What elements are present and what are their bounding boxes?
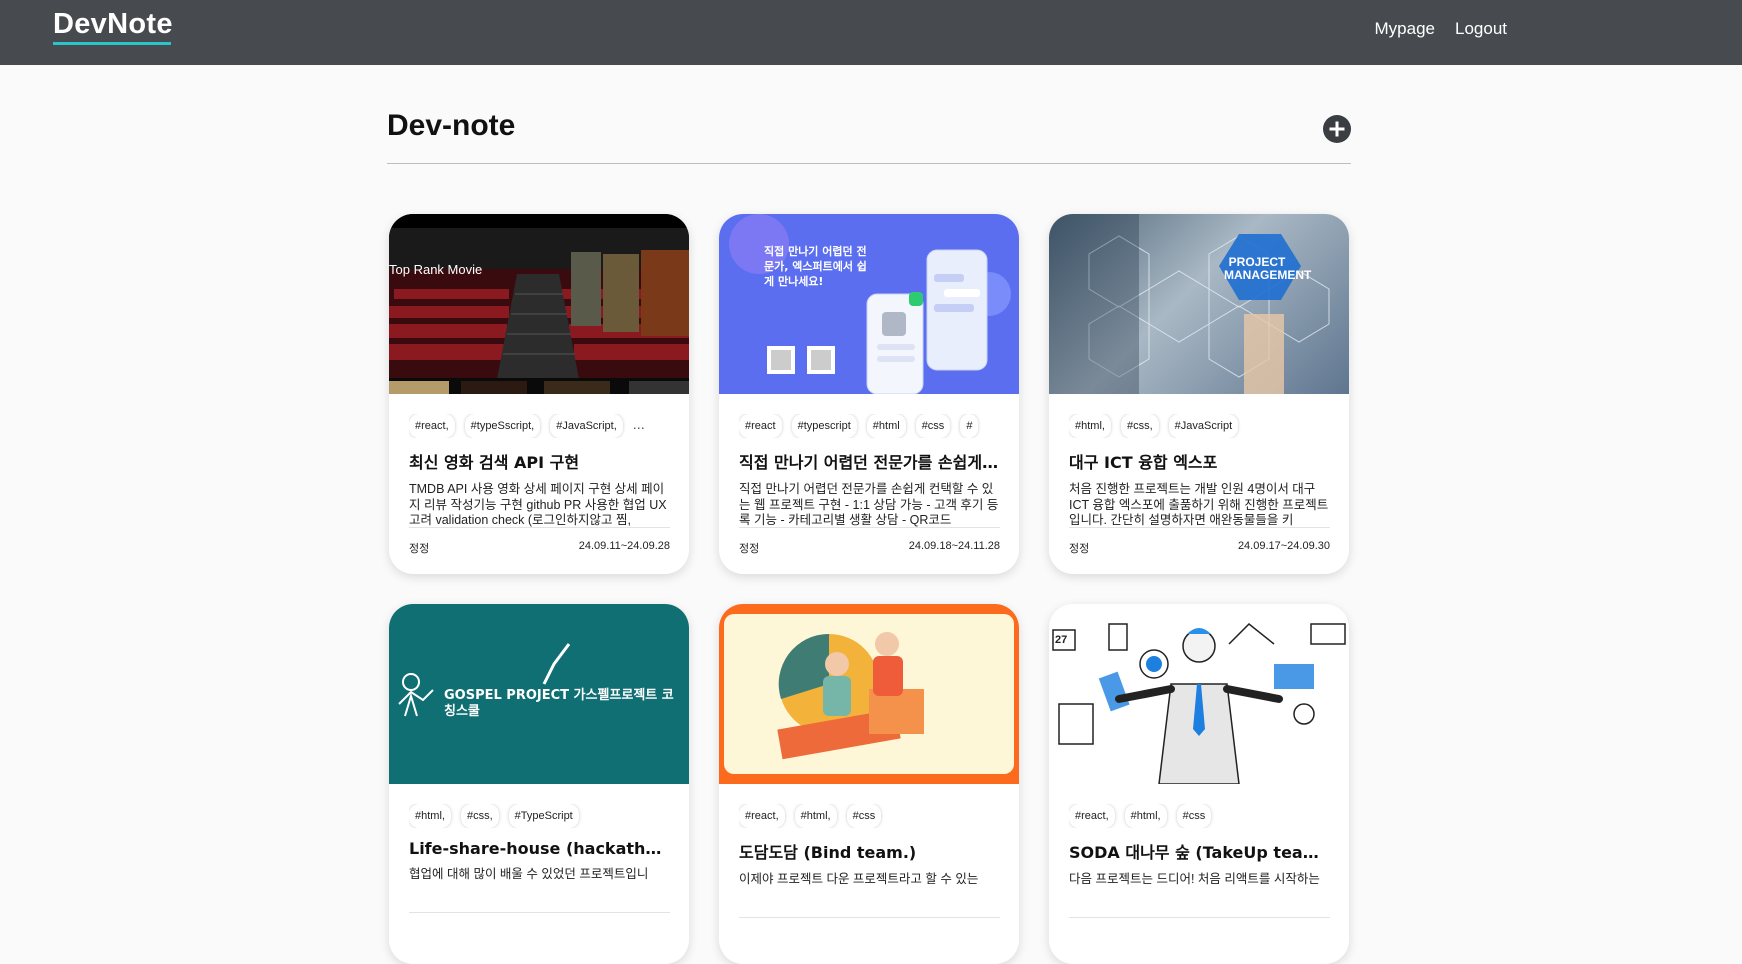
tag: #typescript <box>791 414 857 438</box>
card-description: TMDB API 사용 영화 상세 페이지 구현 상세 페이지 리뷰 작성기능 … <box>409 482 670 528</box>
mypage-link[interactable]: Mypage <box>1375 19 1435 39</box>
tag: #css <box>1176 804 1212 828</box>
tag: #css, <box>1120 414 1159 438</box>
card-footer: 정정 24.09.18~24.11.28 <box>739 540 1000 556</box>
card-title: Life-share-house (hackathon) <box>409 839 670 858</box>
note-card[interactable]: 27 #react, #html, #css SODA 대나무 숲 (TakeU… <box>1049 604 1349 964</box>
tag: #TypeScript <box>508 804 579 828</box>
card-title: 도담도담 (Bind team.) <box>739 843 917 862</box>
card-title: 직접 만나기 어렵던 전문가를 손쉽게 컨택할 수 있는 <box>739 453 1000 472</box>
devnote-logo[interactable]: DevNote <box>53 8 173 41</box>
card-date-range: 24.09.18~24.11.28 <box>908 540 1000 552</box>
card-title: 최신 영화 검색 API 구현 <box>409 453 580 472</box>
page-title: Dev-note <box>387 109 516 142</box>
teamwork-illustration <box>724 614 1014 774</box>
project-management-image <box>1049 214 1330 394</box>
card-footer: 정정 24.09.17~24.09.30 <box>1069 540 1330 556</box>
tag: #css, <box>460 804 499 828</box>
tag-list: #react #typescript #html #css # <box>739 414 1000 438</box>
tag-list: #html, #css, #JavaScript <box>1069 414 1330 438</box>
tag: #css <box>846 804 882 828</box>
note-card-grid: Top Rank Movie #react, #typeSscript, #Ja… <box>389 214 1351 964</box>
card-thumbnail: 직접 만나기 어렵던 전문가, 엑스퍼트에서 쉽게 만나세요! <box>719 214 1019 394</box>
card-date-range: 24.09.11~24.09.28 <box>578 540 670 552</box>
tag: #react <box>739 414 782 438</box>
card-title: SODA 대나무 숲 (TakeUp team.) <box>1069 843 1330 862</box>
logout-link[interactable]: Logout <box>1455 19 1507 39</box>
card-description: 협업에 대해 많이 배울 수 있었던 프로젝트입니 <box>409 867 670 913</box>
thumb-caption: GOSPEL PROJECT 가스펠프로젝트 코칭스쿨 <box>444 688 674 719</box>
card-thumbnail <box>719 604 1019 784</box>
tag-list: #react, #typeSscript, #JavaScript, … <box>409 414 670 438</box>
note-card[interactable]: PROJECT MANAGEMENT #html, #css, #JavaScr… <box>1049 214 1349 574</box>
tag: #html, <box>1069 414 1111 438</box>
card-thumbnail: 27 <box>1049 604 1349 784</box>
tag-more-indicator: … <box>632 418 645 432</box>
thumb-caption: 27 <box>1055 634 1068 646</box>
tag: #typeSscript, <box>464 414 541 438</box>
tag: #react, <box>409 414 455 438</box>
thumb-caption: Top Rank Movie <box>389 262 483 277</box>
card-author: 정정 <box>1069 543 1090 555</box>
logo-underline <box>53 42 171 45</box>
tag: #html <box>866 414 906 438</box>
tag-list: #react, #html, #css <box>739 804 1000 828</box>
note-card[interactable]: Top Rank Movie #react, #typeSscript, #Ja… <box>389 214 689 574</box>
tag: #react, <box>739 804 785 828</box>
card-title: 대구 ICT 융합 엑스포 <box>1069 453 1218 472</box>
tag: #JavaScript <box>1168 414 1239 438</box>
card-date-range: 24.09.17~24.09.30 <box>1237 540 1330 552</box>
tag: #html, <box>794 804 837 828</box>
tag-list: #html, #css, #TypeScript <box>409 804 670 828</box>
card-footer: 정정 24.09.11~24.09.28 <box>409 540 670 556</box>
thumb-caption: 직접 만나기 어렵던 전문가, 엑스퍼트에서 쉽게 만나세요! <box>764 245 867 288</box>
page-header: Dev-note <box>387 65 1351 164</box>
card-thumbnail: Top Rank Movie <box>389 214 689 394</box>
nav-links: Mypage Logout <box>1375 19 1507 39</box>
tag: #JavaScript, <box>550 414 623 438</box>
card-description: 직접 만나기 어렵던 전문가를 손쉽게 컨택할 수 있는 웹 프로젝트 구현 -… <box>739 482 1000 528</box>
card-description: 이제야 프로젝트 다운 프로젝트라고 할 수 있는 <box>739 872 1000 918</box>
thumb-caption: PROJECT MANAGEMENT <box>1224 255 1312 282</box>
main-content: Dev-note Top Rank Movie #react, #typeSsc… <box>387 65 1351 964</box>
tag: #html, <box>1124 804 1167 828</box>
add-note-button[interactable] <box>1323 115 1351 143</box>
tag-list: #react, #html, #css <box>1069 804 1330 828</box>
top-navbar: DevNote Mypage Logout <box>0 0 1742 65</box>
card-description: 처음 진행한 프로젝트는 개발 인원 4명이서 대구 ICT 융합 엑스포에 출… <box>1069 482 1330 528</box>
movie-theater-image <box>389 214 689 394</box>
note-card[interactable]: #react, #html, #css 도담도담 (Bind team.) 이제… <box>719 604 1019 964</box>
note-card[interactable]: GOSPEL PROJECT 가스펠프로젝트 코칭스쿨 #html, #css,… <box>389 604 689 964</box>
expert-app-image <box>729 214 1011 394</box>
tag: # <box>960 414 979 438</box>
business-icons-illustration <box>1052 622 1346 784</box>
tag: #css <box>915 414 951 438</box>
card-thumbnail: PROJECT MANAGEMENT <box>1049 214 1349 394</box>
card-author: 정정 <box>409 543 430 555</box>
card-thumbnail: GOSPEL PROJECT 가스펠프로젝트 코칭스쿨 <box>389 604 689 784</box>
card-description: 다음 프로젝트는 드디어! 처음 리액트를 시작하는 <box>1069 872 1330 918</box>
tag: #html, <box>409 804 451 828</box>
card-author: 정정 <box>739 543 760 555</box>
tag: #react, <box>1069 804 1115 828</box>
note-card[interactable]: 직접 만나기 어렵던 전문가, 엑스퍼트에서 쉽게 만나세요! #react #… <box>719 214 1019 574</box>
